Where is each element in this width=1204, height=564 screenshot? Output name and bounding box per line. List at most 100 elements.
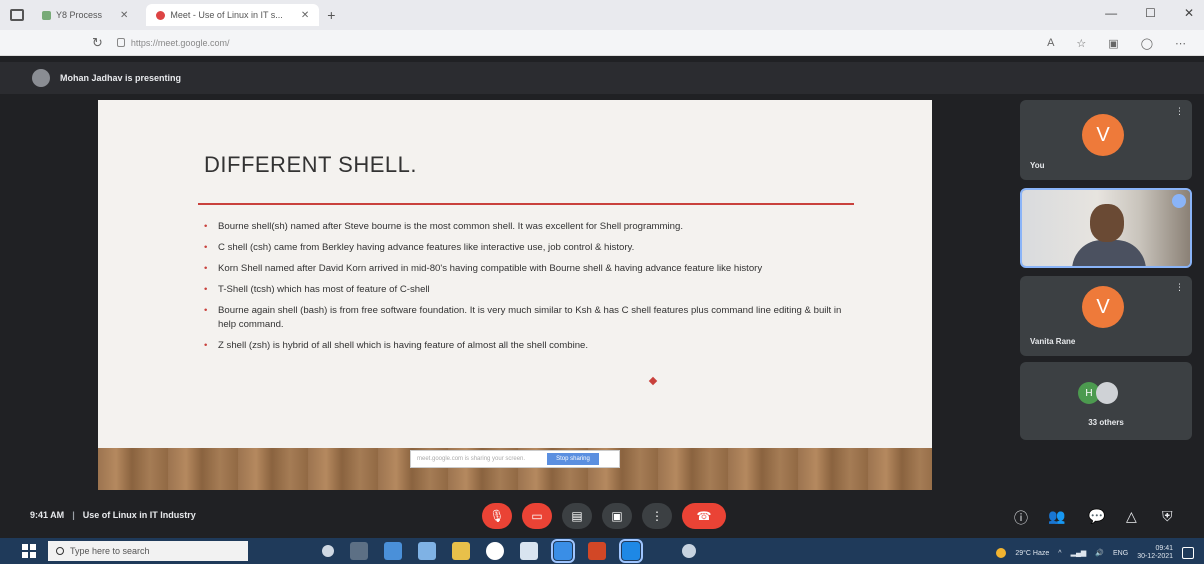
tab-favicon-icon xyxy=(42,10,51,20)
participant-tile-video[interactable] xyxy=(1020,188,1192,268)
clock-date: 30-12-2021 xyxy=(1137,553,1173,560)
avatar: V xyxy=(1082,286,1124,328)
list-item: Z shell (zsh) is hybrid of all shell whi… xyxy=(202,339,842,353)
windows-start-icon[interactable] xyxy=(22,544,36,558)
lock-icon xyxy=(116,38,125,47)
others-count: 33 others xyxy=(1088,418,1124,427)
leave-call-button[interactable]: ☎ xyxy=(682,503,726,529)
network-icon[interactable]: ▂▄▆ xyxy=(1071,549,1087,557)
more-options-icon[interactable]: ⋮ xyxy=(1175,106,1184,117)
edge-icon[interactable] xyxy=(551,539,575,563)
list-item: Korn Shell named after David Korn arrive… xyxy=(202,262,842,276)
search-icon xyxy=(56,547,64,555)
taskbar-search-input[interactable]: Type here to search xyxy=(48,541,248,561)
more-options-icon[interactable]: ⋮ xyxy=(1175,282,1184,293)
meet-control-bar: 9:41 AM | Use of Linux in IT Industry 🎙 … xyxy=(0,494,1204,538)
stop-sharing-button[interactable]: Stop sharing xyxy=(547,453,599,465)
present-now-button[interactable]: ▣ xyxy=(602,503,632,529)
presentation-slide: DIFFERENT SHELL. Bourne shell(sh) named … xyxy=(98,100,932,490)
recording-icon xyxy=(156,10,166,20)
system-tray: 29°C Haze ^ ▂▄▆ 🔊 ENG 09:41 30-12-2021 xyxy=(996,545,1194,561)
more-options-button[interactable]: ⋮ xyxy=(642,503,672,529)
cortana-icon[interactable] xyxy=(322,545,334,557)
notifications-icon[interactable] xyxy=(1182,547,1194,559)
read-aloud-icon[interactable]: A xyxy=(1047,37,1054,50)
pointer-icon xyxy=(648,376,658,386)
maximize-icon[interactable]: ☐ xyxy=(1145,6,1156,20)
list-item: T-Shell (tcsh) which has most of feature… xyxy=(202,283,842,297)
list-item: Bourne shell(sh) named after Steve bourn… xyxy=(202,220,842,234)
clock-time: 09:41 xyxy=(1155,545,1173,552)
tab-label: Meet - Use of Linux in IT s... xyxy=(170,10,283,20)
url-text: https://meet.google.com/ xyxy=(130,37,230,48)
microphone-off-button[interactable]: 🎙 xyxy=(482,503,512,529)
windows-taskbar: Type here to search 29°C Haze ^ ▂▄▆ 🔊 EN… xyxy=(0,538,1204,564)
app-icon[interactable] xyxy=(384,542,402,560)
list-item: C shell (csh) came from Berkley having a… xyxy=(202,241,842,255)
share-hint: meet.google.com is sharing your screen. xyxy=(417,456,526,462)
participant-tile-you[interactable]: V ⋮ You xyxy=(1020,100,1192,180)
browser-tab[interactable]: Y8 Process ✕ xyxy=(32,4,138,26)
minimize-icon[interactable]: — xyxy=(1105,6,1117,20)
separator: | xyxy=(72,510,75,520)
office-icon[interactable] xyxy=(588,542,606,560)
task-view-icon[interactable] xyxy=(350,542,368,560)
taskbar-clock[interactable]: 09:41 30-12-2021 xyxy=(1137,545,1173,561)
camera-off-button[interactable]: ▭ xyxy=(522,503,552,529)
profile-icon[interactable]: ◯ xyxy=(1141,37,1153,50)
list-item: Bourne again shell (bash) is from free s… xyxy=(202,304,842,332)
tab-label: Y8 Process xyxy=(56,10,103,20)
more-icon[interactable]: ⋯ xyxy=(1175,37,1186,50)
language-icon[interactable]: ENG xyxy=(1113,550,1128,557)
others-avatars: H xyxy=(1078,382,1118,404)
taskbar-apps xyxy=(322,539,696,563)
meeting-details-icon[interactable]: ⓘ xyxy=(1014,508,1028,528)
slide-bullets: Bourne shell(sh) named after Steve bourn… xyxy=(202,220,842,360)
weather-icon xyxy=(996,548,1007,558)
slide-divider xyxy=(198,203,854,205)
people-icon[interactable]: 👥 xyxy=(1048,508,1065,525)
participant-video-head xyxy=(1090,204,1124,242)
meeting-time: 9:41 AM xyxy=(30,510,65,520)
refresh-icon[interactable]: ↻ xyxy=(92,35,103,51)
activities-icon[interactable]: △ xyxy=(1126,508,1137,525)
presenting-bar: Mohan Jadhav is presenting xyxy=(0,62,1204,94)
host-controls-icon[interactable]: ⛨ xyxy=(1162,508,1173,525)
meeting-title: Use of Linux in IT Industry xyxy=(82,510,196,520)
captions-button[interactable]: ▤ xyxy=(562,503,592,529)
tab-actions-icon[interactable] xyxy=(10,9,24,21)
tray-arrow-icon[interactable]: ^ xyxy=(1058,550,1061,557)
app-icon[interactable] xyxy=(619,539,643,563)
window-controls: — ☐ ✕ xyxy=(1105,6,1194,20)
speaking-indicator-icon xyxy=(1172,194,1186,208)
url-field[interactable]: https://meet.google.com/ xyxy=(116,37,230,48)
close-window-icon[interactable]: ✕ xyxy=(1184,6,1194,20)
app-icon[interactable] xyxy=(418,542,436,560)
presenting-text: Mohan Jadhav is presenting xyxy=(60,73,182,83)
participant-tile-vanita[interactable]: V ⋮ Vanita Rane xyxy=(1020,276,1192,356)
slide-title: DIFFERENT SHELL. xyxy=(204,152,417,177)
screen-share-banner: meet.google.com is sharing your screen. … xyxy=(410,450,620,468)
participant-name: Vanita Rane xyxy=(1030,337,1076,346)
new-tab-icon[interactable]: + xyxy=(327,7,335,23)
weather-text: 29°C Haze xyxy=(1015,549,1050,557)
browser-toolbar-icons: A ☆ ▣ ◯ ⋯ xyxy=(1047,37,1186,50)
search-placeholder: Type here to search xyxy=(70,546,150,556)
browser-tab-active[interactable]: Meet - Use of Linux in IT s... ✕ xyxy=(146,4,320,26)
file-explorer-icon[interactable] xyxy=(452,542,470,560)
address-bar: ↻ https://meet.google.com/ A ☆ ▣ ◯ ⋯ xyxy=(0,30,1204,56)
close-tab-icon[interactable]: ✕ xyxy=(120,10,128,21)
close-tab-icon[interactable]: ✕ xyxy=(301,10,309,21)
participant-tile-others[interactable]: H 33 others xyxy=(1020,362,1192,440)
app-icon[interactable] xyxy=(682,544,696,558)
browser-tab-bar: Y8 Process ✕ Meet - Use of Linux in IT s… xyxy=(0,0,1204,30)
avatar: V xyxy=(1082,114,1124,156)
chrome-icon[interactable] xyxy=(486,542,504,560)
favorites-icon[interactable]: ☆ xyxy=(1076,37,1086,50)
avatar xyxy=(1096,382,1118,404)
chat-icon[interactable]: 💬 xyxy=(1088,508,1105,525)
store-icon[interactable] xyxy=(520,542,538,560)
collections-icon[interactable]: ▣ xyxy=(1108,37,1118,50)
volume-icon[interactable]: 🔊 xyxy=(1095,549,1104,557)
participant-name: You xyxy=(1030,161,1045,170)
